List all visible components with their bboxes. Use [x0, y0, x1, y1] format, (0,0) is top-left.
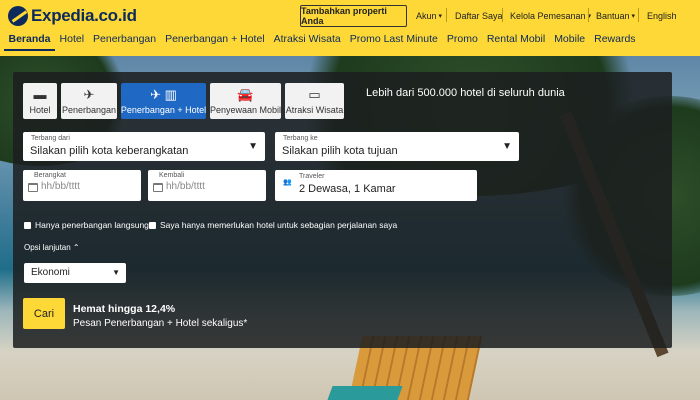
- nav-penerbangan[interactable]: Penerbangan: [89, 31, 161, 51]
- checkbox-box: [149, 221, 156, 229]
- nav-penerbangan-hotel[interactable]: Penerbangan + Hotel: [161, 31, 270, 51]
- tab-penerbangan-hotel[interactable]: ✈ ▥ Penerbangan + Hotel: [121, 83, 206, 119]
- chevron-down-icon: ▼: [248, 141, 258, 152]
- product-tabs: ▬ Hotel ✈ Penerbangan ✈ ▥ Penerbangan + …: [23, 83, 348, 119]
- help-menu[interactable]: Bantuan ▾: [596, 11, 635, 21]
- divider: [588, 8, 589, 22]
- depart-label: Berangkat: [34, 172, 66, 179]
- tab-label: Penyewaan Mobil: [209, 104, 282, 115]
- advanced-options-toggle[interactable]: Opsi lanjutan ⌃: [24, 243, 80, 252]
- cabin-class-value: Ekonomi: [31, 267, 70, 278]
- nav-rewards[interactable]: Rewards: [590, 31, 640, 51]
- origin-select[interactable]: Terbang dari Silakan pilih kota keberang…: [23, 132, 265, 161]
- person-icon: 👥: [283, 179, 292, 186]
- partial-hotel-checkbox[interactable]: Saya hanya memerlukan hotel untuk sebagi…: [149, 220, 397, 230]
- sign-up-link[interactable]: Daftar Saya: [455, 11, 503, 21]
- chevron-down-icon: ▾: [631, 13, 636, 20]
- account-menu[interactable]: Akun ▾: [416, 11, 442, 21]
- manage-bookings-label: Kelola Pemesanan: [510, 11, 586, 21]
- beach-chair-seat: [327, 386, 403, 400]
- direct-flights-label: Hanya penerbangan langsung: [35, 220, 149, 230]
- chevron-down-icon: ▼: [112, 268, 120, 277]
- destination-label: Terbang ke: [283, 135, 318, 142]
- tagline: Lebih dari 500.000 hotel di seluruh duni…: [366, 87, 565, 99]
- nav-atraksi-wisata[interactable]: Atraksi Wisata: [269, 31, 345, 51]
- depart-date-field[interactable]: Berangkat hh/bb/tttt: [23, 170, 141, 201]
- nav-hotel[interactable]: Hotel: [55, 31, 89, 51]
- tab-label: Penerbangan + Hotel: [120, 104, 207, 115]
- return-placeholder: hh/bb/tttt: [166, 181, 205, 192]
- chevron-down-icon: ▾: [438, 13, 443, 20]
- nav-promo[interactable]: Promo: [442, 31, 482, 51]
- nav-beranda[interactable]: Beranda: [4, 31, 56, 51]
- search-button[interactable]: Cari: [23, 298, 65, 329]
- plane-hotel-icon: ✈ ▥: [150, 86, 177, 102]
- car-icon: 🚘: [237, 86, 254, 102]
- return-label: Kembali: [159, 172, 185, 179]
- expedia-globe-icon: [8, 6, 28, 26]
- direct-flights-checkbox[interactable]: Hanya penerbangan langsung: [24, 220, 149, 230]
- destination-select[interactable]: Terbang ke Silakan pilih kota tujuan ▼: [275, 132, 519, 161]
- ticket-icon: ▭: [308, 86, 321, 102]
- list-property-button[interactable]: Tambahkan properti Anda: [300, 5, 407, 27]
- promo-subtitle: Pesan Penerbangan + Hotel sekaligus*: [73, 318, 248, 329]
- return-date-field[interactable]: Kembali hh/bb/tttt: [148, 170, 266, 201]
- tab-label: Atraksi Wisata: [285, 104, 344, 115]
- tab-atraksi-wisata[interactable]: ▭ Atraksi Wisata: [285, 83, 344, 119]
- divider: [502, 8, 503, 22]
- help-label: Bantuan: [596, 11, 630, 21]
- nav-promo-last-minute[interactable]: Promo Last Minute: [345, 31, 442, 51]
- destination-value: Silakan pilih kota tujuan: [282, 145, 398, 157]
- traveler-label: Traveler: [299, 173, 325, 180]
- tab-label: Hotel: [29, 104, 51, 115]
- expedia-logo[interactable]: Expedia.co.id: [8, 6, 137, 26]
- bed-icon: ▬: [33, 86, 47, 102]
- divider: [638, 8, 639, 22]
- tab-label: Penerbangan: [61, 104, 117, 115]
- site-header: Expedia.co.id Tambahkan properti Anda Ak…: [0, 0, 700, 56]
- account-label: Akun: [416, 11, 437, 21]
- main-nav: Beranda Hotel Penerbangan Penerbangan + …: [0, 31, 640, 51]
- traveler-select[interactable]: Traveler 👥 2 Dewasa, 1 Kamar: [275, 170, 477, 201]
- tab-hotel[interactable]: ▬ Hotel: [23, 83, 57, 119]
- tab-penyewaan-mobil[interactable]: 🚘 Penyewaan Mobil: [210, 83, 281, 119]
- tab-penerbangan[interactable]: ✈ Penerbangan: [61, 83, 117, 119]
- nav-rental-mobil[interactable]: Rental Mobil: [482, 31, 549, 51]
- search-panel: ▬ Hotel ✈ Penerbangan ✈ ▥ Penerbangan + …: [13, 72, 672, 348]
- chevron-down-icon: ▼: [502, 141, 512, 152]
- traveler-value: 2 Dewasa, 1 Kamar: [299, 183, 396, 195]
- cabin-class-select[interactable]: Ekonomi ▼: [24, 263, 126, 283]
- language-label: English: [647, 11, 677, 21]
- language-link[interactable]: English: [647, 11, 677, 21]
- calendar-icon: [153, 183, 163, 192]
- plane-icon: ✈: [83, 86, 95, 102]
- calendar-icon: [28, 183, 38, 192]
- checkbox-box: [24, 221, 31, 229]
- origin-value: Silakan pilih kota keberangkatan: [30, 145, 189, 157]
- origin-label: Terbang dari: [31, 135, 70, 142]
- nav-mobile[interactable]: Mobile: [550, 31, 590, 51]
- depart-placeholder: hh/bb/tttt: [41, 181, 80, 192]
- logo-text: Expedia.co.id: [31, 6, 137, 25]
- divider: [446, 8, 447, 22]
- sign-up-label: Daftar Saya: [455, 11, 503, 21]
- manage-bookings-menu[interactable]: Kelola Pemesanan ▾: [510, 11, 591, 21]
- partial-hotel-label: Saya hanya memerlukan hotel untuk sebagi…: [160, 220, 398, 230]
- promo-title: Hemat hingga 12,4%: [73, 303, 176, 315]
